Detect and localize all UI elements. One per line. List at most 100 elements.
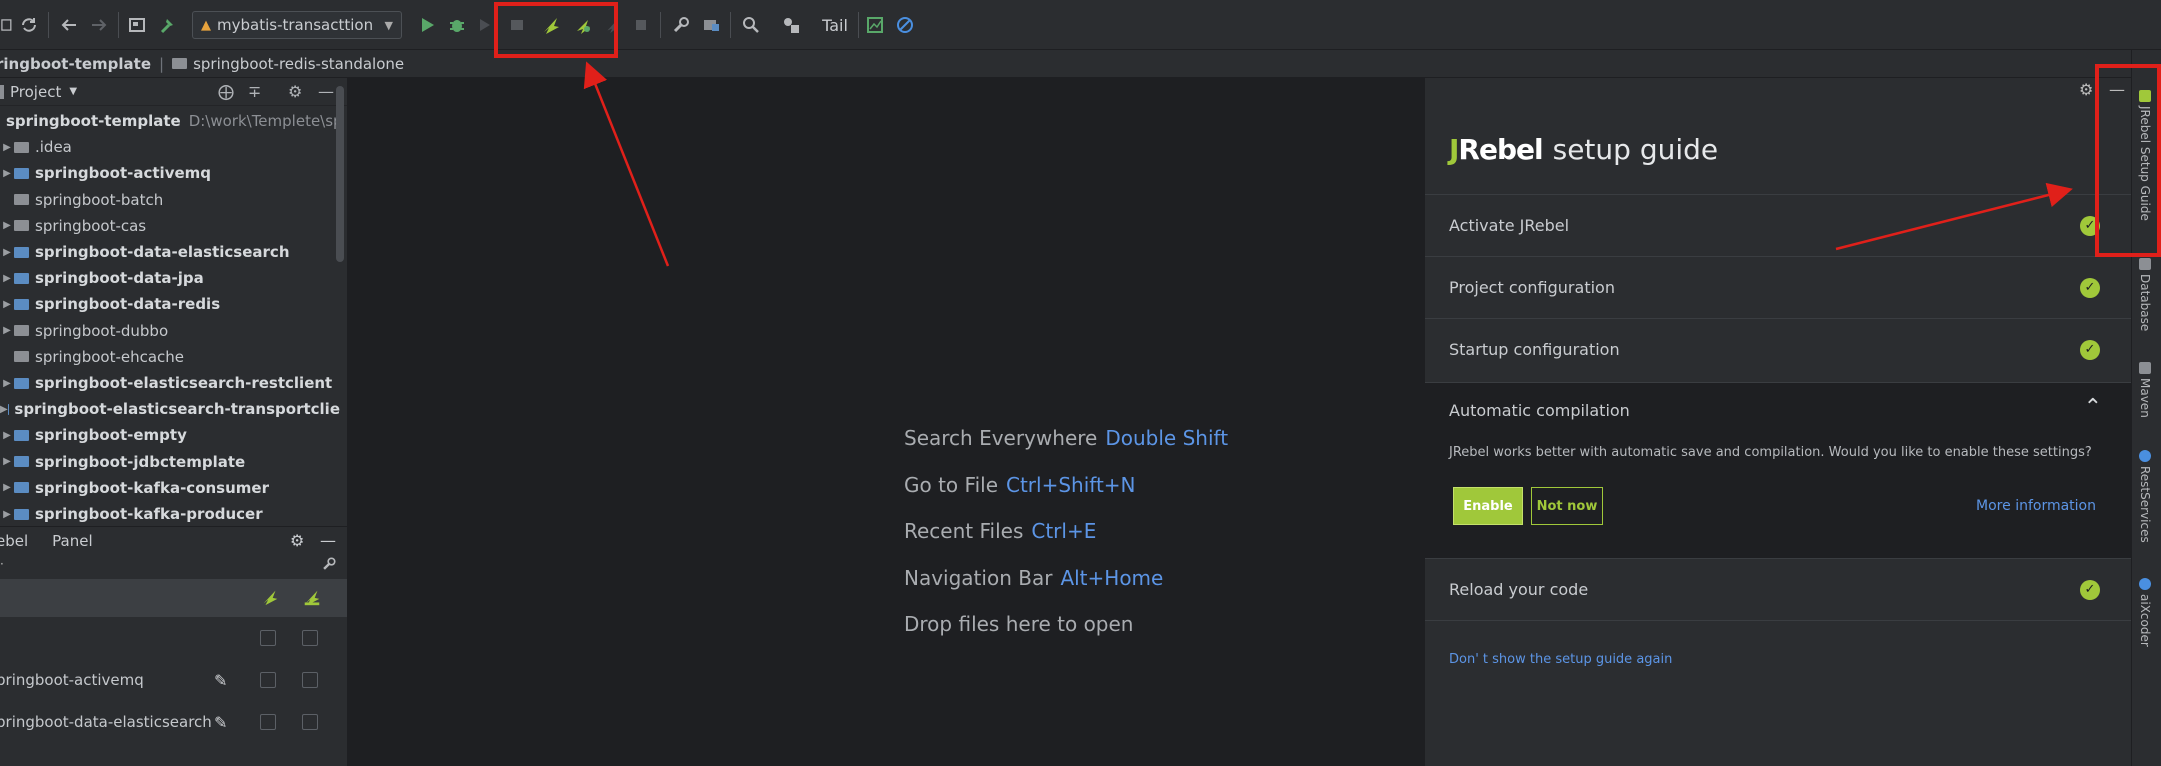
checkbox[interactable] [260,672,276,688]
tree-item[interactable]: ▶ springboot-jdbctemplate [0,449,340,475]
tree-item[interactable]: ▶ springboot-activemq [0,160,340,186]
checkbox[interactable] [260,714,276,730]
back-icon[interactable] [56,11,82,39]
wrench-icon[interactable] [320,555,338,577]
empty-editor-hints: Search Everywhere Double Shift Go to File C… [904,426,1228,659]
minimize-icon[interactable]: — [318,82,334,101]
step-label[interactable]: Automatic compilation [1449,401,1630,420]
tree-item[interactable]: springboot-batch [0,187,340,213]
tree-indicator: · [0,557,4,571]
gear-icon[interactable]: ⚙ [288,82,302,101]
checkbox[interactable] [302,672,318,688]
tab-restservices[interactable]: RestServices [2138,450,2152,543]
tree-item[interactable]: ▶ springboot-empty [0,422,340,448]
dont-show-guide-link[interactable]: Don' t show the setup guide again [1449,652,1672,667]
module-folder-icon [14,298,29,310]
minimize-icon[interactable]: — [320,531,336,550]
tree-item[interactable]: ▶ springboot-kafka-consumer [0,475,340,501]
breadcrumb-module[interactable]: springboot-redis-standalone [193,55,404,73]
tab-panel[interactable]: Panel [52,532,102,550]
run-icon[interactable] [414,11,440,39]
tree-item[interactable]: ▶ springboot-data-elasticsearch [0,239,340,265]
checkbox[interactable] [260,630,276,646]
breadcrumb-project[interactable]: ringboot-template [0,55,151,73]
step-startup-configuration[interactable]: Startup configuration ✓ [1425,318,2132,380]
chart-icon[interactable] [862,11,888,39]
tree-item-label: springboot-jdbctemplate [35,452,246,471]
tree-scrollbar[interactable] [336,86,344,262]
step-reload-code[interactable]: Reload your code ✓ [1425,558,2132,620]
edit-icon[interactable]: ✎ [214,713,227,732]
not-now-button[interactable]: Not now [1531,487,1603,525]
tree-item[interactable]: ▶ springboot-elasticsearch-restclient [0,370,340,396]
editor-area[interactable]: Search Everywhere Double Shift Go to File C… [348,78,1424,766]
chevron-right-icon[interactable]: ▶ [0,247,14,258]
structure-icon[interactable] [124,11,150,39]
chevron-right-icon[interactable]: ▶ [0,509,14,520]
chevron-right-icon[interactable]: ▶ [0,325,14,336]
debug-icon[interactable] [444,11,470,39]
build-hammer-icon[interactable] [154,11,180,39]
search-icon[interactable] [738,11,764,39]
module-label: pringboot-data-elasticsearch [0,713,212,731]
enable-button[interactable]: Enable [1453,487,1523,525]
chevron-right-icon[interactable]: ▶ [0,404,8,415]
chevron-right-icon[interactable]: ▶ [0,299,14,310]
chevron-right-icon[interactable]: ▶ [0,430,14,441]
tab-jrebel[interactable]: ebel [0,532,38,550]
chevron-right-icon[interactable]: ▶ [0,142,14,153]
disable-icon[interactable] [892,11,918,39]
tree-item[interactable]: ▶ springboot-cas [0,213,340,239]
tree-item[interactable]: ▶ springboot-data-jpa [0,265,340,291]
gear-icon[interactable]: ⚙ [290,531,304,550]
tree-item[interactable]: ▶ springboot-data-redis [0,291,340,317]
aixcoder-icon [2139,578,2151,590]
jrebel-module-row[interactable]: pringboot-activemq ✎ [0,659,347,701]
tree-item[interactable]: springboot-ehcache [0,344,340,370]
more-information-link[interactable]: More information [1976,498,2096,514]
step-project-configuration[interactable]: Project configuration ✓ [1425,256,2132,318]
tree-item[interactable]: ▶ springboot-dubbo [0,318,340,344]
wrench-icon[interactable] [668,11,694,39]
gear-icon[interactable]: ⚙ [2079,80,2093,99]
tree-item[interactable]: ▶ springboot-elasticsearch-transportclie [0,396,340,422]
chevron-right-icon[interactable]: ▶ [0,482,14,493]
run-configuration-select[interactable]: ▲ mybatis-transacttion ▼ [192,11,402,39]
run-coverage-icon[interactable] [474,11,496,39]
tree-item[interactable]: ▶ .idea [0,134,340,160]
tab-database[interactable]: Database [2138,258,2152,331]
setup-guide-title: JRebel setup guide [1449,133,1718,166]
collapse-all-icon[interactable]: ∓ [248,82,261,101]
tree-item[interactable]: springboot-template D:\work\Templete\sp [0,108,340,134]
tab-maven[interactable]: Maven [2138,362,2152,418]
vcs-icon[interactable] [778,11,804,39]
jrebel-module-row[interactable] [0,617,347,659]
save-icon[interactable] [0,11,14,39]
module-folder-icon [14,272,29,284]
jrebel-module-row[interactable]: pringboot-data-elasticsearch ✎ [0,701,347,743]
step-activate-jrebel[interactable]: Activate JRebel ✓ [1425,194,2132,256]
step-automatic-compilation: Automatic compilation ⌃ JRebel works bet… [1425,382,2132,558]
project-view-selector[interactable]: Project [10,83,61,101]
checkbox[interactable] [302,714,318,730]
locate-icon[interactable]: ⨁ [218,82,234,101]
chevron-right-icon[interactable]: ▶ [0,220,14,231]
stop-icon[interactable] [630,11,652,39]
chevron-right-icon[interactable]: ▶ [0,456,14,467]
edit-icon[interactable]: ✎ [214,671,227,690]
chevron-right-icon[interactable]: ▶ [0,378,14,389]
project-structure-icon[interactable] [698,11,724,39]
module-folder-icon [14,482,29,494]
tree-item[interactable]: ▶ springboot-kafka-producer [0,501,340,527]
annotation-highlight-toolbar [494,2,618,58]
forward-icon[interactable] [86,11,112,39]
jrebel-panel: ebel Panel ⚙ — · pringboot-activemq ✎ prin… [0,526,348,766]
tail-button[interactable]: Tail [818,11,852,39]
chevron-right-icon[interactable]: ▶ [0,273,14,284]
chevron-up-icon[interactable]: ⌃ [2084,395,2102,420]
sync-icon[interactable] [16,11,42,39]
chevron-right-icon[interactable]: ▶ [0,168,14,179]
tab-aixcoder[interactable]: aiXcoder [2138,578,2152,647]
chevron-down-icon[interactable]: ▼ [69,86,77,97]
checkbox[interactable] [302,630,318,646]
